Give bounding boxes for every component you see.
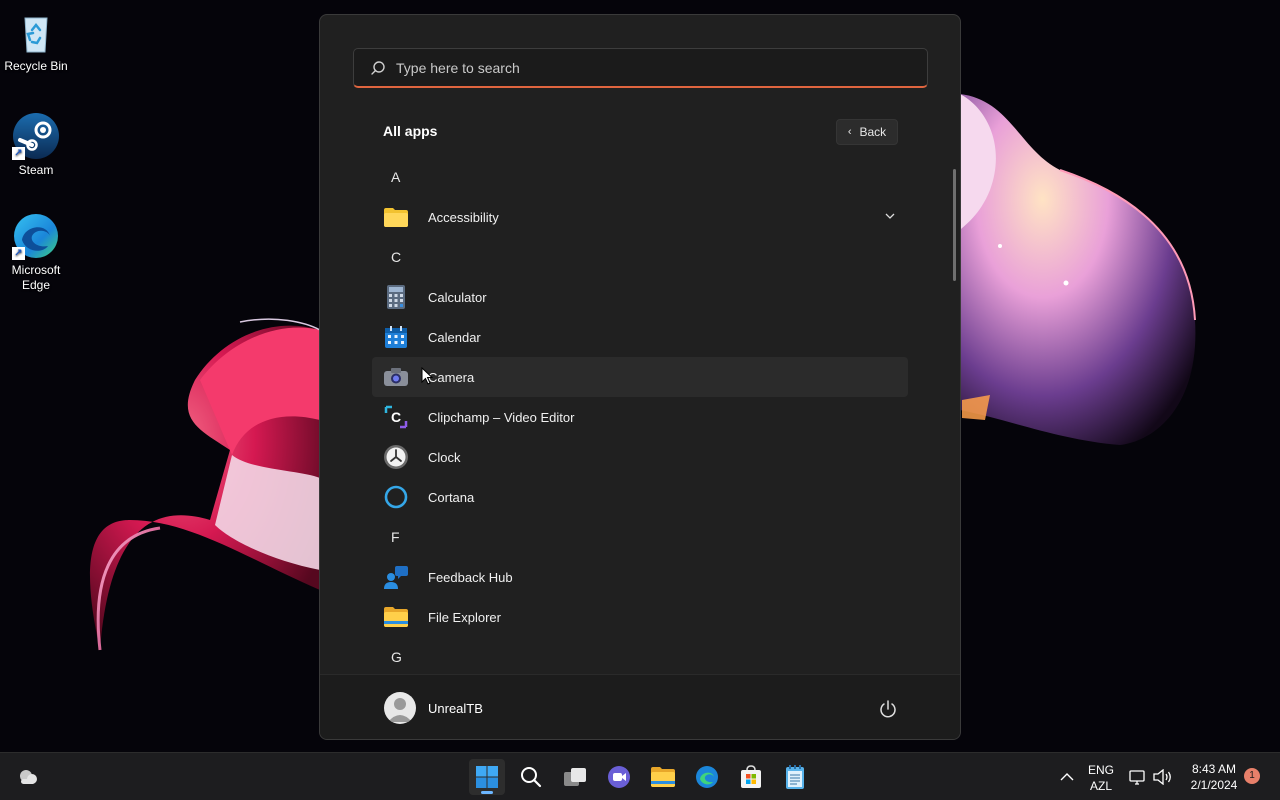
user-avatar[interactable]: [384, 692, 416, 724]
app-label: Feedback Hub: [428, 569, 513, 585]
section-header-c[interactable]: C: [372, 237, 908, 277]
file-explorer-icon: [384, 605, 408, 629]
app-label: Calculator: [428, 289, 487, 305]
weather-widget[interactable]: [10, 759, 46, 795]
app-camera[interactable]: Camera: [372, 357, 908, 397]
app-label: Cortana: [428, 489, 475, 505]
user-name[interactable]: UnrealTB: [428, 701, 483, 716]
chevron-left-icon: ‹: [847, 126, 852, 138]
folder-icon: [384, 205, 408, 229]
search-input[interactable]: [396, 59, 896, 76]
calculator-icon: [384, 285, 408, 309]
store-icon: [741, 765, 761, 788]
network-status-button[interactable]: [1128, 759, 1148, 795]
taskbar-task-view-button[interactable]: [557, 759, 593, 795]
weather-cloud-icon: [20, 770, 37, 784]
app-cortana[interactable]: Cortana: [372, 477, 908, 517]
search-box[interactable]: [353, 48, 928, 88]
clock-date-button[interactable]: 8:43 AM 2/1/2024: [1184, 761, 1244, 793]
all-apps-heading: All apps: [383, 123, 438, 139]
steam-icon: ↗: [12, 112, 60, 160]
power-icon: [880, 700, 896, 718]
start-icon: [476, 766, 498, 788]
app-clock[interactable]: Clock: [372, 437, 908, 477]
app-file-explorer[interactable]: File Explorer: [372, 597, 908, 637]
app-label: Clipchamp – Video Editor: [428, 409, 575, 425]
app-accessibility[interactable]: Accessibility: [372, 197, 908, 237]
desktop-icon-label: Steam: [18, 163, 54, 177]
speaker-icon: [1153, 769, 1171, 785]
clipchamp-icon: C: [384, 405, 408, 429]
teams-chat-icon: [608, 766, 630, 788]
taskbar-edge-button[interactable]: [689, 759, 725, 795]
desktop-icon-recycle-bin[interactable]: Recycle Bin: [4, 8, 68, 74]
clock-icon: [384, 445, 408, 469]
search-icon: [371, 60, 385, 75]
language-code: ENG: [1087, 763, 1114, 777]
feedback-hub-icon: [384, 565, 408, 589]
taskbar-store-button[interactable]: [733, 759, 769, 795]
app-label: Clock: [428, 449, 461, 465]
app-label: Camera: [428, 369, 475, 385]
back-button[interactable]: ‹ Back: [836, 119, 898, 145]
section-header-g[interactable]: G: [372, 637, 908, 677]
chevron-up-icon: [1060, 773, 1074, 781]
taskbar-search-button[interactable]: [513, 759, 549, 795]
taskbar-start-button[interactable]: [469, 759, 505, 795]
shortcut-arrow-icon: ↗: [12, 147, 25, 160]
start-menu: All apps ‹ Back A Accessibility C Calcul…: [319, 14, 961, 740]
app-list-scrollbar[interactable]: [953, 169, 956, 281]
active-indicator: [481, 791, 493, 794]
app-calculator[interactable]: Calculator: [372, 277, 908, 317]
keyboard-layout-code: AZL: [1089, 779, 1112, 793]
edge-icon: ↗: [12, 212, 60, 260]
show-hidden-icons-button[interactable]: [1049, 759, 1085, 795]
mouse-cursor-icon: [421, 367, 433, 385]
section-header-f[interactable]: F: [372, 517, 908, 557]
app-list: A Accessibility C Calculator Calendar Ca…: [372, 157, 908, 677]
app-calendar[interactable]: Calendar: [372, 317, 908, 357]
app-clipchamp[interactable]: C Clipchamp – Video Editor: [372, 397, 908, 437]
recycle-bin-icon: [12, 8, 60, 56]
section-header-a[interactable]: A: [372, 157, 908, 197]
clock-time: 8:43 AM: [1191, 762, 1237, 776]
notepad-icon: [786, 765, 804, 789]
volume-button[interactable]: [1152, 759, 1174, 795]
file-explorer-icon: [651, 767, 675, 787]
user-icon: [388, 698, 412, 722]
desktop-icon-steam[interactable]: ↗ Steam: [4, 112, 68, 178]
edge-icon: [696, 766, 718, 788]
app-label: Calendar: [428, 329, 481, 345]
network-icon: [1129, 770, 1145, 785]
taskbar: ENG AZL 8:43 AM 2/1/2024: [0, 752, 1280, 800]
camera-icon: [384, 365, 408, 389]
cortana-icon: [384, 485, 408, 509]
search-icon: [521, 767, 542, 788]
shortcut-arrow-icon: ↗: [12, 247, 25, 260]
desktop-icon-label: Recycle Bin: [4, 59, 68, 73]
notification-badge[interactable]: 1: [1244, 768, 1260, 784]
app-feedback-hub[interactable]: Feedback Hub: [372, 557, 908, 597]
power-button[interactable]: [876, 697, 900, 721]
desktop-icon-label: Microsoft Edge: [11, 263, 61, 292]
taskbar-file-explorer-button[interactable]: [645, 759, 681, 795]
app-label: File Explorer: [428, 609, 501, 625]
app-label: Accessibility: [428, 209, 499, 225]
svg-text:C: C: [391, 409, 401, 425]
clock-date: 2/1/2024: [1190, 778, 1238, 792]
taskbar-chat-button[interactable]: [601, 759, 637, 795]
calendar-icon: [384, 325, 408, 349]
chevron-down-icon[interactable]: [884, 210, 896, 222]
input-language-indicator[interactable]: ENG AZL: [1086, 762, 1116, 794]
back-button-label: Back: [859, 125, 887, 139]
start-menu-footer: UnrealTB: [320, 674, 960, 739]
task-view-icon: [564, 768, 586, 786]
taskbar-notepad-button[interactable]: [777, 759, 813, 795]
desktop-icon-microsoft-edge[interactable]: ↗ Microsoft Edge: [4, 212, 68, 293]
